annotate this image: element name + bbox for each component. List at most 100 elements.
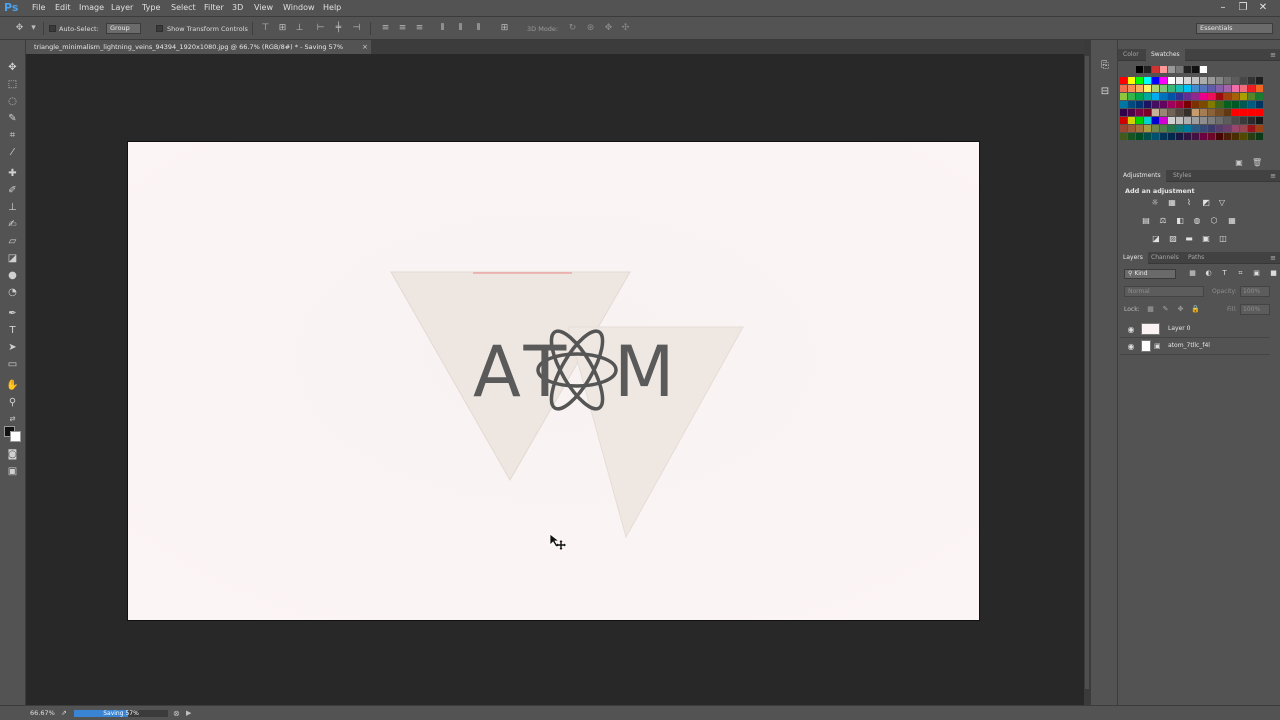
panel-menu-icon[interactable]: ≡: [1270, 49, 1276, 61]
menu-help[interactable]: Help: [323, 3, 341, 12]
color-swatch[interactable]: [1200, 66, 1207, 73]
color-swatch[interactable]: [1256, 125, 1263, 132]
color-swatch[interactable]: [1168, 93, 1175, 100]
color-swatch[interactable]: [1184, 117, 1191, 124]
color-swatch[interactable]: [1224, 77, 1231, 84]
color-swatch[interactable]: [1176, 101, 1183, 108]
color-swatch[interactable]: [1216, 117, 1223, 124]
distribute-hcenter-icon[interactable]: ⫴: [455, 23, 466, 34]
color-swatch[interactable]: [1176, 77, 1183, 84]
blend-mode-dropdown[interactable]: Normal: [1124, 286, 1204, 297]
color-swatch[interactable]: [1128, 125, 1135, 132]
cancel-icon[interactable]: ⊗: [173, 709, 182, 718]
color-swatch[interactable]: [1200, 77, 1207, 84]
color-swatch[interactable]: [1248, 77, 1255, 84]
invert-icon[interactable]: ◪: [1150, 234, 1162, 244]
color-swatch[interactable]: [1176, 117, 1183, 124]
filter-smart-object-icon[interactable]: ▣: [1252, 269, 1261, 278]
canvas-area[interactable]: AT M: [26, 54, 1084, 705]
layer-row[interactable]: ◉ ▣ atom_7tllc_f4l: [1120, 338, 1270, 355]
color-swatch[interactable]: [1144, 101, 1151, 108]
color-swatch[interactable]: [1168, 133, 1175, 140]
color-swatch[interactable]: [1120, 93, 1127, 100]
status-menu-arrow-icon[interactable]: ▶: [186, 709, 195, 718]
color-swatch[interactable]: [1208, 109, 1215, 116]
hue-saturation-icon[interactable]: ▤: [1140, 216, 1152, 226]
color-swatch[interactable]: [1200, 85, 1207, 92]
color-swatch[interactable]: [1224, 93, 1231, 100]
color-swatch[interactable]: [1144, 109, 1151, 116]
quick-mask-icon[interactable]: ◙: [5, 447, 20, 462]
zoom-level-field[interactable]: 66.67%: [30, 709, 58, 718]
color-swatch[interactable]: [1136, 117, 1143, 124]
color-swatch[interactable]: [1192, 133, 1199, 140]
color-swatch[interactable]: [1184, 93, 1191, 100]
show-transform-checkbox[interactable]: [156, 25, 163, 32]
history-panel-icon[interactable]: ⎘: [1099, 60, 1111, 72]
color-swatch[interactable]: [1240, 77, 1247, 84]
menu-3d[interactable]: 3D: [232, 3, 243, 12]
3d-pan-icon[interactable]: ✥: [603, 23, 614, 34]
crop-tool-icon[interactable]: ⌗: [5, 128, 20, 143]
color-swatch[interactable]: [1256, 133, 1263, 140]
color-swatch[interactable]: [1160, 66, 1167, 73]
color-swatch[interactable]: [1200, 117, 1207, 124]
color-swatch[interactable]: [1152, 117, 1159, 124]
history-brush-tool-icon[interactable]: ✍: [5, 217, 20, 232]
close-icon[interactable]: ✕: [1252, 1, 1274, 15]
color-swatch[interactable]: [1144, 77, 1151, 84]
color-swatch[interactable]: [1240, 125, 1247, 132]
color-swatch[interactable]: [1224, 101, 1231, 108]
color-swatch[interactable]: [1128, 109, 1135, 116]
eraser-tool-icon[interactable]: ▱: [5, 234, 20, 249]
color-swatch[interactable]: [1168, 101, 1175, 108]
color-swatch[interactable]: [1144, 85, 1151, 92]
selective-color-icon[interactable]: ◫: [1217, 234, 1229, 244]
color-swatch[interactable]: [1144, 125, 1151, 132]
background-color-swatch[interactable]: [10, 431, 21, 442]
eyedropper-tool-icon[interactable]: ⁄: [5, 145, 20, 160]
color-swatch[interactable]: [1248, 125, 1255, 132]
opacity-field[interactable]: 100%: [1240, 286, 1270, 297]
filter-type-icon[interactable]: T: [1220, 269, 1229, 278]
color-swatch[interactable]: [1232, 133, 1239, 140]
color-swatch[interactable]: [1152, 77, 1159, 84]
color-swatch[interactable]: [1176, 109, 1183, 116]
color-swatch[interactable]: [1248, 117, 1255, 124]
menu-window[interactable]: Window: [283, 3, 315, 12]
color-swatch[interactable]: [1144, 117, 1151, 124]
color-swatch[interactable]: [1248, 133, 1255, 140]
color-swatch[interactable]: [1160, 117, 1167, 124]
color-swatch[interactable]: [1136, 77, 1143, 84]
color-swatch[interactable]: [1224, 85, 1231, 92]
color-swatch[interactable]: [1200, 125, 1207, 132]
menu-edit[interactable]: Edit: [55, 3, 71, 12]
color-swatch[interactable]: [1152, 85, 1159, 92]
menu-type[interactable]: Type: [142, 3, 160, 12]
swap-colors-icon[interactable]: ⇄: [5, 412, 20, 427]
lock-transparency-icon[interactable]: ▦: [1146, 305, 1155, 314]
lock-all-icon[interactable]: 🔒: [1191, 305, 1200, 314]
color-swatch[interactable]: [1160, 77, 1167, 84]
color-swatch[interactable]: [1144, 66, 1151, 73]
auto-select-target-dropdown[interactable]: Group: [106, 23, 141, 34]
color-swatch[interactable]: [1128, 93, 1135, 100]
color-swatch[interactable]: [1136, 101, 1143, 108]
shape-tool-icon[interactable]: ▭: [5, 357, 20, 372]
color-swatch[interactable]: [1176, 125, 1183, 132]
color-swatch[interactable]: [1160, 101, 1167, 108]
color-swatch[interactable]: [1208, 85, 1215, 92]
tab-adjustments[interactable]: Adjustments: [1118, 170, 1166, 182]
color-swatch[interactable]: [1168, 77, 1175, 84]
menu-filter[interactable]: Filter: [204, 3, 224, 12]
close-icon[interactable]: ×: [362, 40, 368, 54]
posterize-icon[interactable]: ▨: [1167, 234, 1179, 244]
color-swatch[interactable]: [1136, 109, 1143, 116]
hand-tool-icon[interactable]: ✋: [5, 378, 20, 393]
color-swatch[interactable]: [1184, 77, 1191, 84]
layer-name[interactable]: Layer 0: [1168, 325, 1190, 332]
color-swatch[interactable]: [1192, 101, 1199, 108]
color-swatch[interactable]: [1144, 133, 1151, 140]
color-swatch[interactable]: [1160, 85, 1167, 92]
color-swatch[interactable]: [1128, 133, 1135, 140]
